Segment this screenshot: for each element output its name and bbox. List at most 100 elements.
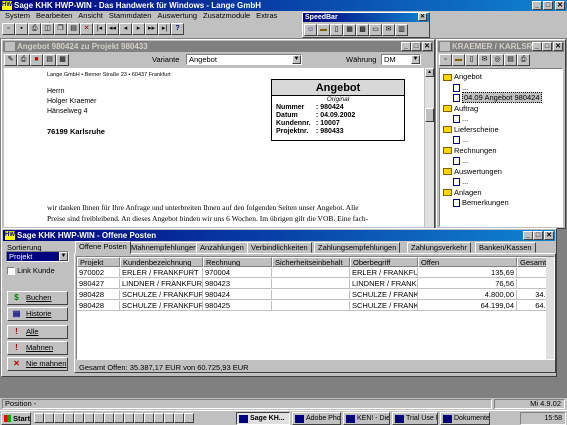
desktop-icon[interactable] <box>34 413 44 423</box>
tree-minimize-button[interactable]: _ <box>532 42 542 51</box>
tree-folder-item[interactable]: Lieferscheine <box>443 125 499 135</box>
app-icon-3[interactable] <box>84 413 94 423</box>
tree-folder-item[interactable]: Auswertungen <box>443 167 502 177</box>
speedbar-title-bar[interactable]: SpeedBar ✕ <box>303 13 429 22</box>
action-button[interactable]: !Alle mahnen <box>7 325 68 348</box>
tree-title-bar[interactable]: KRAEMER / KARLSRUHE _ □ ✕ <box>438 41 564 52</box>
tab-zahlungsverkehr[interactable]: Zahlungsverkehr <box>407 242 471 253</box>
speedbar-close-button[interactable]: ✕ <box>418 13 427 21</box>
preview-icon[interactable]: ◫ <box>41 23 54 35</box>
next-icon[interactable]: ▸ <box>132 23 145 35</box>
tree-print-icon[interactable]: ⎙ <box>517 54 530 66</box>
column-header[interactable]: Oberbegriff <box>350 257 418 267</box>
start-button[interactable]: Start <box>1 412 31 425</box>
tab-verbindlichkeiten[interactable]: Verbindlichkeiten <box>247 242 312 253</box>
app-icon-5[interactable] <box>104 413 114 423</box>
menu-item[interactable]: Stammdaten <box>106 11 155 21</box>
app-icon-8[interactable] <box>134 413 144 423</box>
taskbar-task[interactable]: Trial Use M... <box>392 412 438 425</box>
chevron-down-icon[interactable]: ▼ <box>411 55 420 64</box>
outlook-icon[interactable] <box>54 413 64 423</box>
taskbar-task[interactable]: Adobe Phot... <box>292 412 341 425</box>
posten-maximize-button[interactable]: □ <box>533 231 543 240</box>
tree-document-item[interactable]: Bemerkungen <box>453 198 509 208</box>
chart-icon[interactable]: ▥ <box>395 24 408 36</box>
menu-item[interactable]: Extras <box>253 11 280 21</box>
action-button[interactable]: ! Mahnen <box>7 341 68 355</box>
tab-mahnempfehlungen[interactable]: Mahnempfehlungen <box>127 242 202 253</box>
doc-minimize-button[interactable]: _ <box>401 42 411 51</box>
document-scrollbar[interactable]: ▲ <box>425 68 434 227</box>
delete-icon[interactable]: ✕ <box>80 23 93 35</box>
column-header[interactable]: Offen <box>418 257 517 267</box>
tree-folder-item[interactable]: Rechnungen <box>443 146 497 156</box>
print-doc-icon[interactable]: ⎙ <box>17 54 30 66</box>
menu-item[interactable]: Ansicht <box>75 11 106 21</box>
maximize-button[interactable]: □ <box>543 1 553 10</box>
next-page-icon[interactable]: ▸▸ <box>145 23 158 35</box>
calendar-icon[interactable]: ▦ <box>343 24 356 36</box>
tree-folder-item[interactable]: Angebot <box>443 72 482 82</box>
app-title-bar[interactable]: HW Sage KHK HWP-WIN - Das Handwerk für W… <box>0 0 567 11</box>
table-row[interactable]: 970002 ERLER / FRANKFURT 970004 ERLER / FRA… <box>77 268 554 278</box>
waehrung-select[interactable]: DM ▼ <box>381 54 421 65</box>
list-icon[interactable]: ▤ <box>43 54 56 66</box>
taskbar-task[interactable]: Sage KH... <box>236 412 290 425</box>
posten-title-bar[interactable]: HW Sage KHK HWP-WIN - Offene Posten _ □ … <box>3 230 555 241</box>
menu-item[interactable]: System <box>2 11 33 21</box>
tab-banken-kassen[interactable]: Banken/Kassen <box>475 242 536 253</box>
app-icon-9[interactable] <box>144 413 154 423</box>
doc-close-button[interactable]: ✕ <box>422 42 432 51</box>
tree-mail-icon[interactable]: ✉ <box>478 54 491 66</box>
last-icon[interactable]: ▸| <box>158 23 171 35</box>
tree-new-icon[interactable]: ▫ <box>439 54 452 66</box>
table-row[interactable]: 980428 SCHULZE / FRANKFURT 980424 SCHULZE /… <box>77 290 554 300</box>
tree-folder-item[interactable]: Anlagen <box>443 188 482 198</box>
menu-item[interactable]: Auswertung <box>154 11 200 21</box>
app-icon-11[interactable] <box>164 413 174 423</box>
tree-folder-icon[interactable]: ▬ <box>452 54 465 66</box>
taskbar-task[interactable]: Dokumente... <box>440 412 490 425</box>
checkbox-box[interactable] <box>7 267 15 276</box>
app-icon-6[interactable] <box>114 413 124 423</box>
folder-icon[interactable]: ▬ <box>317 24 330 36</box>
tree-list-icon[interactable]: ▤ <box>504 54 517 66</box>
scroll-up-button[interactable]: ▲ <box>425 68 434 77</box>
calculator-icon[interactable]: ▩ <box>356 24 369 36</box>
posten-minimize-button[interactable]: _ <box>523 231 533 240</box>
tree-document-item[interactable]: ... <box>453 135 468 145</box>
tab-zahlungsempfehlungen[interactable]: Zahlungsempfehlungen <box>314 242 401 253</box>
document-title-bar[interactable]: Angebot 980424 zu Projekt 980433 _ □ ✕ <box>3 41 433 52</box>
tab-offene-posten[interactable]: Offene Posten <box>75 241 131 254</box>
tree-document-item[interactable]: ... <box>453 156 468 166</box>
tree-search-icon[interactable]: ◎ <box>491 54 504 66</box>
new-icon[interactable]: ▫ <box>2 23 15 35</box>
app-icon-7[interactable] <box>124 413 134 423</box>
prev-page-icon[interactable]: ◂◂ <box>106 23 119 35</box>
app-icon-4[interactable] <box>94 413 104 423</box>
mail-icon[interactable]: ✉ <box>382 24 395 36</box>
tree-document-item[interactable]: ... <box>453 83 468 93</box>
action-button[interactable]: ▤ Historie <box>7 307 68 321</box>
column-header[interactable]: Rechnung <box>203 257 272 267</box>
minimize-button[interactable]: _ <box>532 1 542 10</box>
help-icon[interactable]: ? <box>171 23 184 35</box>
doc-maximize-button[interactable]: □ <box>411 42 421 51</box>
user-icon[interactable]: ☺ <box>304 24 317 36</box>
column-header[interactable]: Kundenbezeichnung <box>120 257 203 267</box>
copy-icon[interactable]: ❐ <box>54 23 67 35</box>
menu-item[interactable]: Zusatzmodule <box>200 11 253 21</box>
tree-document-item[interactable]: ... <box>453 177 468 187</box>
table-icon[interactable]: ▦ <box>56 54 69 66</box>
tree-document-item[interactable]: 04.09 Angebot 980424 <box>453 92 542 103</box>
chevron-down-icon[interactable]: ▼ <box>59 252 68 261</box>
close-button[interactable]: ✕ <box>555 1 565 10</box>
chevron-down-icon[interactable]: ▼ <box>292 55 301 64</box>
taskbar-task[interactable]: KEN! - Die ... <box>343 412 390 425</box>
tree-document-item[interactable]: ... <box>453 114 468 124</box>
action-button[interactable]: ✕ Nie mahnen <box>7 357 68 371</box>
tree-maximize-button[interactable]: □ <box>542 42 552 51</box>
scroll-thumb[interactable] <box>425 108 434 122</box>
tab-anzahlungen[interactable]: Anzahlungen <box>196 242 248 253</box>
stop-icon[interactable]: ■ <box>30 54 43 66</box>
